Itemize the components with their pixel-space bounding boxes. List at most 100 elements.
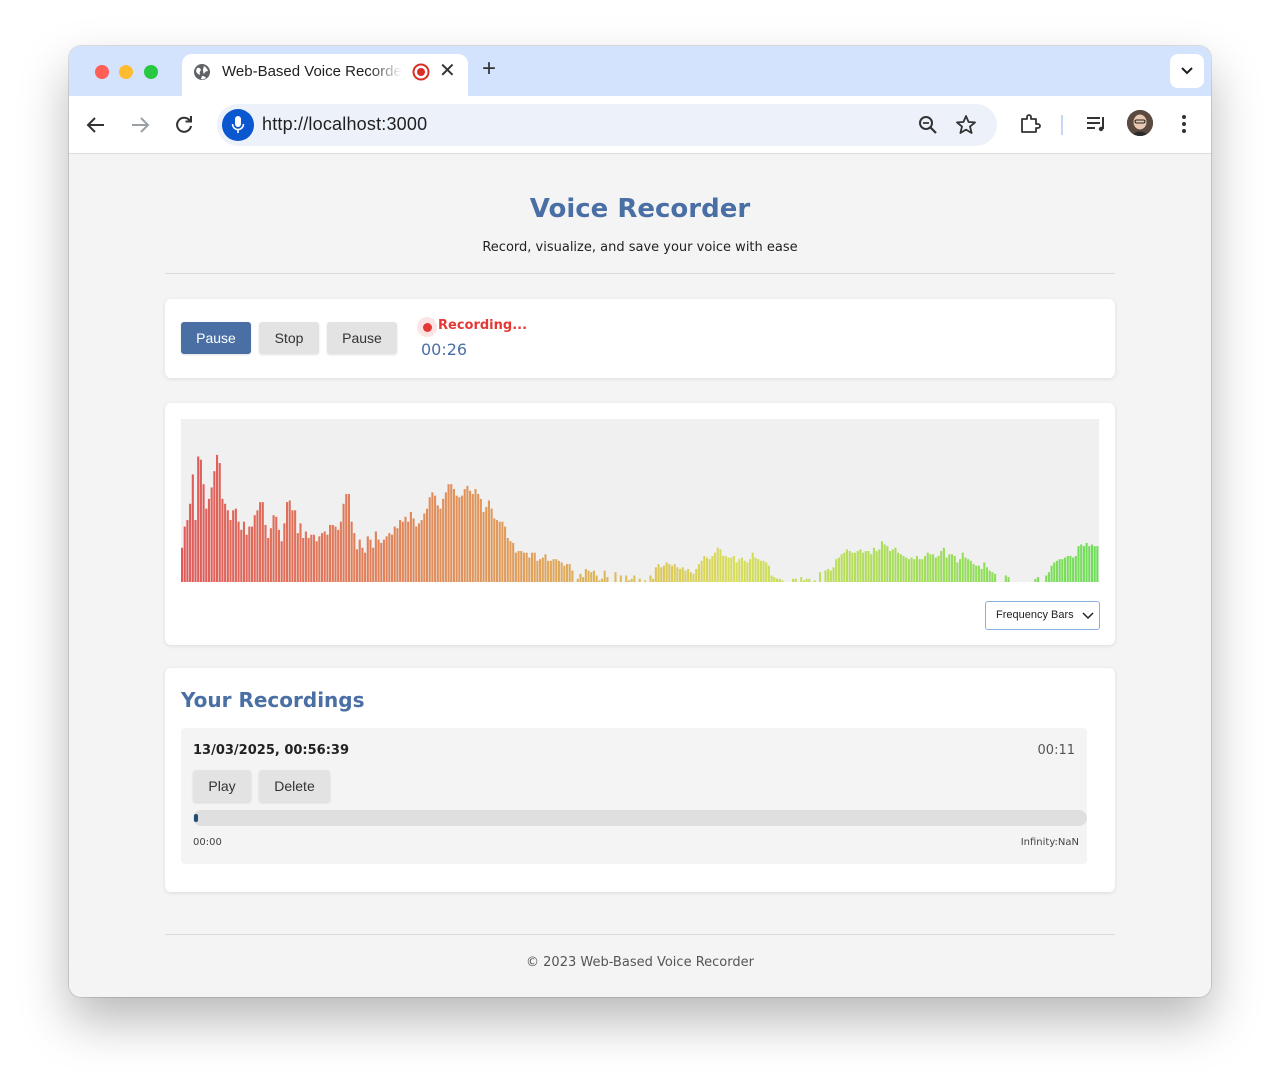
frequency-bar xyxy=(676,567,679,582)
frequency-bar xyxy=(778,578,781,582)
frequency-bar xyxy=(775,578,779,582)
stop-button[interactable]: Stop xyxy=(259,322,319,354)
site-permission-chip[interactable] xyxy=(222,109,254,141)
record-pause-button[interactable]: Pause xyxy=(181,322,251,354)
recording-date: 13/03/2025, 00:56:39 xyxy=(193,743,349,758)
frequency-bar xyxy=(396,528,399,582)
frequency-bar xyxy=(972,564,975,582)
browser-tab[interactable]: Web-Based Voice Recorder ✕ xyxy=(182,54,468,96)
frequency-bar xyxy=(945,557,948,582)
frequency-bar xyxy=(950,554,954,582)
frequency-bar xyxy=(240,529,243,582)
kebab-menu-icon[interactable] xyxy=(1172,112,1196,136)
frequency-bar xyxy=(495,520,499,582)
play-button[interactable]: Play xyxy=(193,770,251,802)
frequency-bar xyxy=(875,551,878,582)
frequency-bar xyxy=(1047,572,1050,582)
frequency-bar xyxy=(727,557,730,582)
frequency-bar xyxy=(668,564,671,582)
recordings-card: Your Recordings 13/03/2025, 00:56:39 00:… xyxy=(165,668,1115,892)
zoom-icon[interactable] xyxy=(917,114,939,136)
frequency-bar xyxy=(649,575,652,582)
frequency-bar xyxy=(189,503,192,582)
playback-progress-bar[interactable] xyxy=(193,810,1087,826)
page-content: Voice Recorder Record, visualize, and sa… xyxy=(69,154,1211,997)
frequency-bar xyxy=(625,575,628,582)
frequency-bar xyxy=(353,533,356,582)
frequency-bar xyxy=(504,526,507,582)
plus-icon[interactable]: + xyxy=(482,57,496,81)
reload-icon[interactable] xyxy=(172,113,196,137)
puzzle-icon[interactable] xyxy=(1018,112,1042,136)
visualizer-mode-select[interactable]: Frequency Bars xyxy=(985,601,1100,630)
frequency-bar xyxy=(988,570,991,582)
frequency-bar xyxy=(291,510,294,582)
frequency-bar xyxy=(380,542,383,582)
frequency-bar xyxy=(587,570,590,582)
frequency-bar xyxy=(977,565,980,582)
media-queue-icon[interactable] xyxy=(1084,112,1108,136)
frequency-bar xyxy=(525,552,528,582)
address-bar[interactable]: http://localhost:3000 xyxy=(217,104,997,146)
frequency-bar xyxy=(415,526,418,582)
close-window-button[interactable] xyxy=(95,65,109,79)
frequency-bar xyxy=(883,544,886,582)
frequency-bar xyxy=(283,523,286,582)
avatar[interactable] xyxy=(1127,110,1153,136)
tab-search-button[interactable] xyxy=(1170,54,1204,88)
frequency-bar xyxy=(872,547,875,582)
frequency-bar xyxy=(1069,555,1072,582)
frequency-bar xyxy=(762,560,765,582)
frequency-bar xyxy=(256,510,259,582)
page-title: Voice Recorder xyxy=(529,194,751,224)
maximize-window-button[interactable] xyxy=(144,65,158,79)
frequency-bar xyxy=(770,575,773,582)
frequency-bar xyxy=(961,552,964,582)
url-text[interactable]: http://localhost:3000 xyxy=(262,114,427,135)
minimize-window-button[interactable] xyxy=(119,65,133,79)
browser-toolbar: http://localhost:3000 xyxy=(69,96,1211,154)
frequency-bar xyxy=(563,565,566,582)
arrow-left-icon[interactable] xyxy=(84,113,108,137)
delete-button[interactable]: Delete xyxy=(259,770,330,802)
frequency-bar xyxy=(1058,559,1061,582)
frequency-bar xyxy=(684,570,687,582)
frequency-bar xyxy=(485,507,488,582)
frequency-bar xyxy=(1050,565,1053,582)
globe-icon xyxy=(194,64,210,80)
frequency-bar xyxy=(361,547,364,582)
close-icon[interactable]: ✕ xyxy=(439,60,456,82)
frequency-bar xyxy=(506,537,509,582)
frequency-bar xyxy=(439,508,442,582)
frequency-bar xyxy=(366,536,369,582)
frequency-bar xyxy=(205,508,208,582)
frequency-bar xyxy=(657,564,660,582)
frequency-bar xyxy=(1007,577,1010,582)
frequency-bar xyxy=(848,551,851,582)
arrow-right-icon[interactable] xyxy=(128,113,152,137)
frequency-bar xyxy=(469,490,472,582)
frequency-bar xyxy=(773,577,776,582)
frequency-bar xyxy=(749,559,752,582)
frequency-bar xyxy=(232,510,235,582)
frequency-bar xyxy=(719,549,722,582)
frequency-bar xyxy=(342,503,345,582)
page-subtitle: Record, visualize, and save your voice w… xyxy=(482,240,798,255)
frequency-bar xyxy=(452,489,455,582)
frequency-bar xyxy=(425,508,429,582)
star-icon[interactable] xyxy=(955,114,977,136)
frequency-bar xyxy=(606,577,609,582)
playback-progress-handle[interactable] xyxy=(194,814,198,822)
frequency-bar xyxy=(312,534,315,582)
frequency-bar xyxy=(614,572,617,582)
pause-button[interactable]: Pause xyxy=(327,322,397,354)
frequency-bar xyxy=(633,575,636,582)
frequency-bar xyxy=(463,489,466,582)
visualizer-card: Frequency Bars xyxy=(165,403,1115,645)
frequency-bar xyxy=(428,497,431,582)
frequency-bar xyxy=(339,521,342,582)
frequency-bar xyxy=(924,555,927,582)
frequency-bar xyxy=(619,575,622,582)
frequency-bar xyxy=(186,520,189,582)
frequency-bar xyxy=(294,510,297,582)
